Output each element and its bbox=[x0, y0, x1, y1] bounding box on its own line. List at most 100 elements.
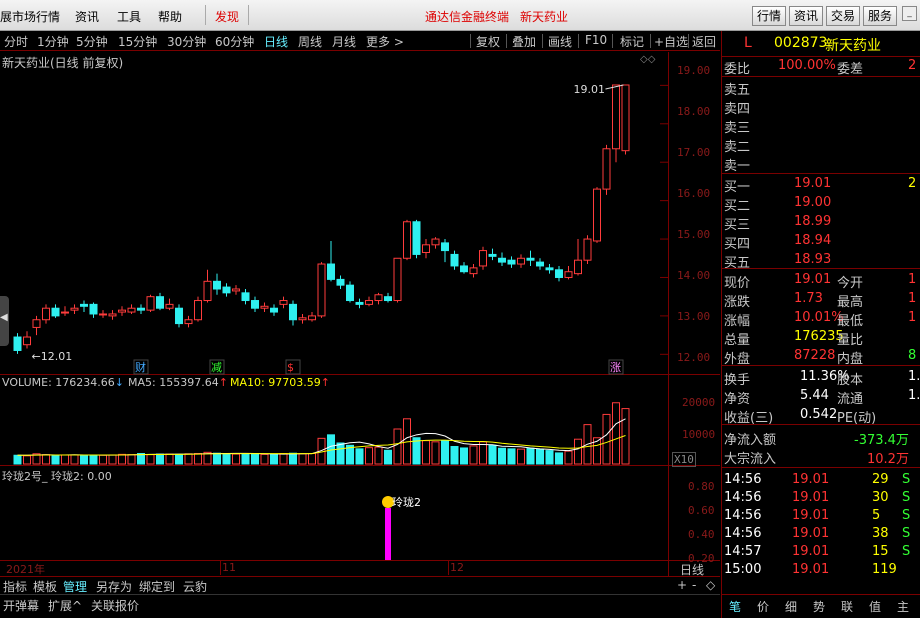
period-tick[interactable]: 分时 bbox=[4, 33, 28, 50]
f10-button[interactable]: F10 bbox=[585, 33, 607, 47]
adjust-button[interactable]: 复权 bbox=[476, 33, 500, 50]
sell-order-row: 卖三 bbox=[722, 116, 920, 136]
volume-bar bbox=[460, 447, 468, 465]
tick-row: 14:57 19.01 15 S bbox=[722, 543, 920, 561]
divider bbox=[722, 365, 920, 366]
menu-discover[interactable]: 发现 bbox=[215, 8, 239, 25]
quote-tab[interactable]: 势 bbox=[813, 598, 825, 615]
tick-row: 14:56 19.01 30 S bbox=[722, 489, 920, 507]
period-15min[interactable]: 15分钟 bbox=[118, 33, 157, 50]
bigflow-value: 10.2万 bbox=[867, 452, 909, 467]
draw-button[interactable]: 画线 bbox=[548, 33, 572, 50]
tick-row: 14:56 19.01 29 S bbox=[722, 471, 920, 489]
low-price-label: ←12.01 bbox=[32, 350, 73, 363]
kline-chart[interactable]: 19.01 ←12.01 财 减 $ 涨玲珑2 bbox=[0, 52, 668, 560]
price-axis-label: 18.00 bbox=[677, 105, 711, 118]
period-daily[interactable]: 日线 bbox=[264, 33, 288, 50]
zoom-out-button[interactable]: - bbox=[692, 578, 696, 592]
volume-bar bbox=[574, 438, 582, 465]
buy-order-row: 买五 18.93 bbox=[722, 251, 920, 271]
candle-body bbox=[165, 303, 174, 309]
candle-body bbox=[108, 313, 117, 317]
toolbar-divider bbox=[506, 34, 507, 48]
function-bar: 开弹幕 扩展^ 关联报价 bbox=[0, 594, 720, 618]
candle-body bbox=[536, 261, 544, 267]
stat-label: 涨幅 bbox=[724, 314, 751, 329]
buy-order-row: 买四 18.94 bbox=[722, 232, 920, 252]
candle-body bbox=[222, 286, 231, 294]
quote-tab[interactable]: 主 bbox=[897, 598, 909, 615]
zoom-in-button[interactable]: + bbox=[677, 578, 687, 592]
stat-label: 最高 bbox=[837, 295, 864, 310]
trade-button[interactable]: 交易 bbox=[826, 6, 860, 26]
barrage-button[interactable]: 开弹幕 bbox=[3, 597, 39, 614]
tab-template[interactable]: 模板 bbox=[33, 578, 57, 595]
candle-body bbox=[403, 221, 411, 259]
tab-bind-to[interactable]: 绑定到 bbox=[139, 578, 175, 595]
menu-market[interactable]: 展市场行情 bbox=[0, 8, 60, 25]
indicator-axis-label: 0.60 bbox=[688, 504, 715, 517]
volume-bar bbox=[251, 453, 259, 465]
period-60min[interactable]: 60分钟 bbox=[215, 33, 254, 50]
mark-button[interactable]: 标记 bbox=[620, 33, 644, 50]
service-button[interactable]: 服务 bbox=[863, 6, 897, 26]
price-axis-label: 12.00 bbox=[677, 351, 711, 364]
candle-body bbox=[279, 300, 288, 305]
tab-manage[interactable]: 管理 bbox=[63, 578, 87, 595]
tick-row: 14:56 19.01 38 S bbox=[722, 525, 920, 543]
back-button[interactable]: 返回 bbox=[692, 33, 716, 50]
period-weekly[interactable]: 周线 bbox=[298, 33, 322, 50]
candle-body bbox=[336, 278, 345, 286]
quote-tab[interactable]: 笔 bbox=[729, 598, 741, 615]
quote-tab[interactable]: 值 bbox=[869, 598, 881, 615]
candle-body bbox=[412, 221, 421, 255]
news-button[interactable]: 资讯 bbox=[789, 6, 823, 26]
tick-time: 14:56 bbox=[724, 526, 762, 541]
divider bbox=[722, 424, 920, 425]
tab-save-as[interactable]: 另存为 bbox=[96, 578, 132, 595]
add-watchlist-button[interactable]: +自选 bbox=[654, 33, 688, 50]
volume-bar bbox=[232, 453, 240, 465]
minimize-icon[interactable]: _ bbox=[902, 6, 917, 21]
menu-help[interactable]: 帮助 bbox=[158, 8, 182, 25]
period-30min[interactable]: 30分钟 bbox=[167, 33, 206, 50]
order-level-label: 卖五 bbox=[724, 83, 751, 98]
period-more[interactable]: 更多 > bbox=[366, 33, 404, 50]
volume-bar bbox=[241, 453, 250, 465]
stat-value: 19.01 bbox=[794, 272, 832, 287]
tick-volume: 15 bbox=[872, 544, 889, 559]
candle-body bbox=[393, 257, 402, 302]
diamond-icon[interactable]: ◇ bbox=[706, 578, 715, 592]
period-monthly[interactable]: 月线 bbox=[332, 33, 356, 50]
quote-tab[interactable]: 联 bbox=[841, 598, 853, 615]
divider bbox=[722, 467, 920, 468]
tab-indicator[interactable]: 指标 bbox=[3, 578, 27, 595]
expand-button[interactable]: 扩展^ bbox=[48, 597, 82, 614]
volume-bar bbox=[536, 448, 544, 465]
period-1min[interactable]: 1分钟 bbox=[37, 33, 69, 50]
volume-bar bbox=[279, 453, 288, 465]
volume-bar bbox=[412, 437, 421, 465]
quote-tab[interactable]: 价 bbox=[757, 598, 769, 615]
candle-body bbox=[431, 238, 440, 246]
candle-body bbox=[260, 305, 269, 309]
menu-news[interactable]: 资讯 bbox=[75, 8, 99, 25]
related-quote-button[interactable]: 关联报价 bbox=[91, 597, 139, 614]
market-button[interactable]: 行情 bbox=[752, 6, 786, 26]
order-level-label: 买三 bbox=[724, 218, 751, 233]
stat-row: 现价 19.01 今开 1 bbox=[722, 271, 920, 291]
candle-body bbox=[479, 250, 487, 267]
event-marker: 减 bbox=[211, 361, 222, 374]
time-tick bbox=[220, 561, 221, 575]
stat-value: 1.73 bbox=[794, 291, 823, 306]
stat-value: 8 bbox=[908, 348, 917, 363]
overlay-button[interactable]: 叠加 bbox=[512, 33, 536, 50]
candle-body bbox=[137, 307, 145, 311]
quote-tab[interactable]: 细 bbox=[785, 598, 797, 615]
period-5min[interactable]: 5分钟 bbox=[76, 33, 108, 50]
stat-row: 总量 176235 量比 bbox=[722, 328, 920, 348]
tab-cloud[interactable]: 云豹 bbox=[183, 578, 207, 595]
margin-flag: L bbox=[744, 35, 752, 51]
candle-body bbox=[593, 188, 601, 242]
menu-tools[interactable]: 工具 bbox=[117, 8, 141, 25]
